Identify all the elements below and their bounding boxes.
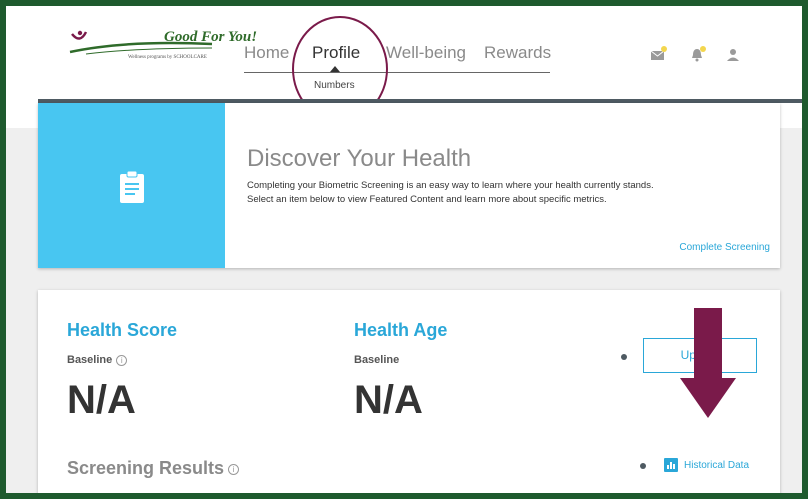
- health-score-card: Health Score Baseline i N/A Health Age Ba…: [38, 290, 780, 493]
- nav-well-being[interactable]: Well-being: [386, 43, 466, 63]
- info-icon[interactable]: i: [116, 354, 128, 366]
- mail-badge: [661, 46, 667, 52]
- brand-tagline: Wellness programs by SCHOOLCARE: [128, 55, 207, 60]
- screening-results-label: Screening Results: [67, 458, 225, 478]
- nav-home[interactable]: Home: [244, 43, 289, 63]
- user-icon[interactable]: [726, 48, 740, 67]
- screening-results-title: Screening Results i: [67, 458, 240, 479]
- update-bullet: [621, 354, 627, 360]
- health-age-value: N/A: [354, 378, 423, 422]
- discover-title: Discover Your Health: [247, 145, 472, 172]
- health-score-baseline-label: Baseline: [67, 354, 113, 366]
- annotation-arrow-icon: [680, 308, 736, 418]
- discover-text-line-1: Completing your Biometric Screening is a…: [247, 180, 654, 191]
- health-age-baseline: Baseline: [354, 354, 400, 366]
- app-frame: Good For You! Wellness programs by SCHOO…: [6, 6, 802, 493]
- historical-data-link[interactable]: Historical Data: [684, 460, 749, 471]
- discover-description: Completing your Biometric Screening is a…: [247, 179, 767, 207]
- clipboard-icon: [118, 170, 146, 209]
- brand-logo[interactable]: Good For You! Wellness programs by SCHOO…: [66, 26, 257, 66]
- historical-bullet: [640, 463, 646, 469]
- discover-text-line-2: Select an item below to view Featured Co…: [247, 194, 607, 205]
- bar-chart-icon[interactable]: [664, 458, 678, 472]
- main-nav: Home Profile Well-being Rewards: [244, 43, 551, 73]
- complete-screening-link[interactable]: Complete Screening: [679, 242, 770, 253]
- health-score-baseline: Baseline i: [67, 354, 128, 366]
- health-age-title: Health Age: [354, 320, 448, 340]
- health-score-title: Health Score: [67, 320, 178, 340]
- info-icon[interactable]: i: [228, 463, 240, 475]
- discover-card: Discover Your Health Completing your Bio…: [38, 103, 780, 268]
- nav-rewards[interactable]: Rewards: [484, 43, 551, 63]
- health-score-value: N/A: [67, 378, 136, 422]
- discover-banner: [38, 103, 225, 268]
- bell-badge: [700, 46, 706, 52]
